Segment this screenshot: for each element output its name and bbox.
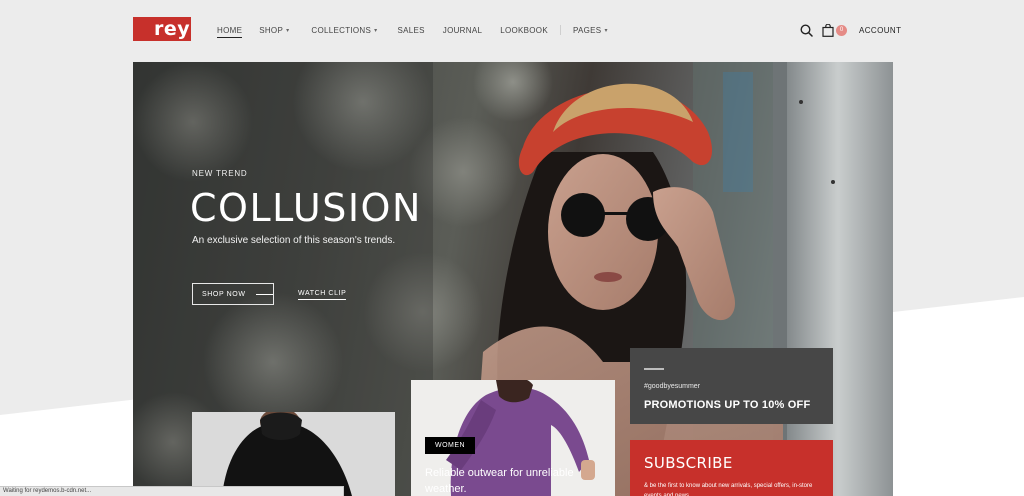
watch-clip-link[interactable]: WATCH CLIP <box>298 290 347 300</box>
hero-eyebrow: NEW TREND <box>192 169 248 178</box>
search-icon <box>799 23 813 37</box>
chevron-down-icon: ▾ <box>604 27 608 34</box>
nav-pages[interactable]: PAGES ▾ <box>573 24 608 36</box>
cart-button[interactable]: 0 <box>822 23 847 37</box>
nav-divider <box>559 25 561 35</box>
arrow-line-icon <box>255 293 273 295</box>
nav-pages-label: PAGES <box>572 25 602 35</box>
nav-collections-label: COLLECTIONS <box>311 25 372 35</box>
chevron-down-icon: ▾ <box>374 27 378 34</box>
promo-title: PROMOTIONS UP TO 10% OFF <box>644 399 811 411</box>
cart-count-badge: 0 <box>836 24 847 36</box>
main-nav: HOME SHOP ▾ COLLECTIONS ▾ SALES JOURNAL … <box>217 24 608 38</box>
promo-box[interactable]: #goodbyesummer PROMOTIONS UP TO 10% OFF <box>630 348 833 424</box>
shop-now-button[interactable]: SHOP NOW <box>192 283 274 305</box>
product-photo-men <box>222 412 352 496</box>
nav-shop[interactable]: SHOP ▾ <box>259 24 289 36</box>
hero-title: COLLUSION <box>190 186 422 230</box>
product-card-men[interactable] <box>192 412 395 496</box>
shopping-bag-icon <box>822 23 834 37</box>
promo-hashtag: #goodbyesummer <box>644 383 701 390</box>
shop-now-label: SHOP NOW <box>202 290 246 298</box>
subscribe-title: SUBSCRIBE <box>644 454 733 472</box>
chevron-down-icon: ▾ <box>286 27 290 34</box>
subscribe-box: SUBSCRIBE & be the first to know about n… <box>630 440 833 496</box>
nav-home-label: HOME <box>217 25 243 35</box>
account-link[interactable]: ACCOUNT <box>859 26 901 35</box>
header-actions: 0 ACCOUNT <box>799 22 901 38</box>
nav-lookbook[interactable]: LOOKBOOK <box>500 24 548 36</box>
nav-home[interactable]: HOME <box>217 24 243 38</box>
category-badge-women[interactable]: WOMEN <box>425 437 476 454</box>
nav-collections[interactable]: COLLECTIONS ▾ <box>311 24 377 36</box>
nav-journal[interactable]: JOURNAL <box>443 24 482 36</box>
women-card-text: Reliable outwear for unreliable weather. <box>425 467 574 495</box>
nav-lookbook-label: LOOKBOOK <box>500 25 548 35</box>
site-logo[interactable]: rey <box>133 17 191 41</box>
promo-accent-bar <box>644 368 664 370</box>
nav-sales[interactable]: SALES <box>397 24 424 36</box>
hero-subtitle: An exclusive selection of this season's … <box>192 235 396 246</box>
browser-status-bar: Waiting for reydemos.b-cdn.net... <box>0 486 344 496</box>
nav-sales-label: SALES <box>397 25 425 35</box>
nav-shop-label: SHOP <box>259 25 284 35</box>
subscribe-description: & be the first to know about new arrival… <box>644 483 813 496</box>
search-button[interactable] <box>799 23 813 37</box>
nav-journal-label: JOURNAL <box>442 25 483 35</box>
product-card-women[interactable]: WOMEN Reliable outwear for unreliable we… <box>411 380 615 496</box>
